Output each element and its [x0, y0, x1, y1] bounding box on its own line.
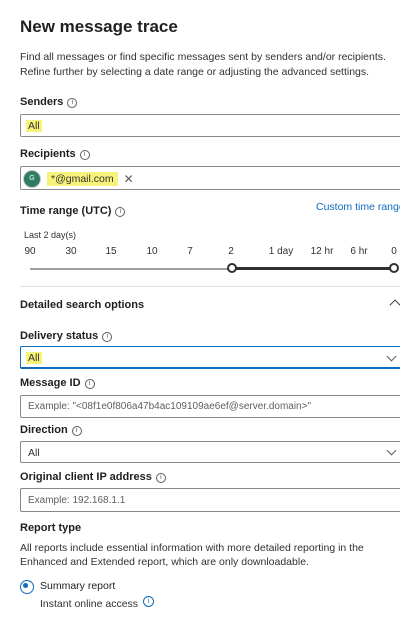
info-icon[interactable]: i — [143, 596, 154, 607]
divider — [20, 286, 400, 287]
tick-label: 12 hr — [310, 246, 334, 257]
info-icon[interactable]: i — [115, 207, 126, 217]
delivery-status-select[interactable]: All — [20, 346, 400, 369]
delivery-status-label: Delivery status i — [20, 330, 113, 342]
time-range-current: Last 2 day(s) — [24, 230, 77, 240]
message-id-label: Message ID i — [20, 377, 95, 389]
detailed-search-toggle[interactable]: Detailed search options — [20, 299, 144, 311]
tick-label: 10 — [146, 246, 158, 257]
tick-label: 15 — [105, 246, 117, 257]
summary-report-radio[interactable] — [20, 580, 34, 594]
recipients-label: Recipients i — [20, 148, 90, 160]
recipient-chip-label: *@gmail.com — [47, 172, 118, 186]
info-icon[interactable]: i — [79, 150, 90, 160]
slider-range — [232, 267, 394, 270]
summary-report-label[interactable]: Summary report — [40, 580, 115, 592]
recipient-chip: G *@gmail.com ✕ — [23, 169, 134, 189]
tick-label: 1 day — [268, 246, 294, 257]
tick-label: 7 — [187, 246, 193, 257]
info-icon[interactable]: i — [71, 426, 82, 436]
delivery-status-value: All — [26, 352, 42, 364]
avatar: G — [23, 170, 41, 188]
chevron-down-icon — [386, 351, 397, 362]
client-ip-input[interactable]: Example: 192.168.1.1 — [20, 488, 400, 512]
tick-label: 0 — [391, 246, 397, 257]
chevron-down-icon — [386, 445, 397, 456]
direction-select[interactable]: All — [20, 441, 400, 463]
senders-field[interactable]: All — [20, 114, 400, 137]
info-icon[interactable]: i — [67, 98, 78, 108]
info-icon[interactable]: i — [84, 379, 95, 389]
direction-value: All — [28, 447, 40, 459]
remove-recipient-icon[interactable]: ✕ — [124, 172, 134, 186]
slider-end-thumb[interactable] — [389, 263, 399, 273]
message-id-placeholder: Example: "<08f1e0f806a47b4ac109109ae6ef@… — [28, 401, 312, 412]
info-icon[interactable]: i — [102, 332, 113, 342]
info-icon[interactable]: i — [155, 473, 166, 483]
slider-track — [30, 268, 232, 270]
tick-label: 30 — [65, 246, 77, 257]
summary-report-sublabel: Instant online access — [40, 598, 139, 610]
slider-start-thumb[interactable] — [227, 263, 237, 273]
page-description: Find all messages or find specific messa… — [20, 51, 386, 78]
message-id-input[interactable]: Example: "<08f1e0f806a47b4ac109109ae6ef@… — [20, 395, 400, 418]
tick-label: 2 — [228, 246, 234, 257]
client-ip-placeholder: Example: 192.168.1.1 — [28, 495, 126, 506]
tick-label: 6 hr — [350, 246, 368, 257]
custom-time-range-link[interactable]: Custom time range — [316, 201, 400, 213]
senders-label: Senders i — [20, 96, 78, 108]
senders-value: All — [26, 120, 42, 132]
time-range-label: Time range (UTC) i — [20, 205, 126, 217]
tick-label: 90 — [24, 246, 36, 257]
page-title: New message trace — [20, 17, 178, 36]
client-ip-label: Original client IP address i — [20, 471, 166, 483]
report-type-label: Report type — [20, 522, 82, 534]
report-type-description: All reports include essential informatio… — [20, 542, 364, 568]
direction-label: Direction i — [20, 424, 82, 436]
chevron-up-icon[interactable] — [389, 299, 400, 310]
recipients-field[interactable]: G *@gmail.com ✕ — [20, 166, 400, 190]
radio-selected-dot — [23, 583, 28, 588]
